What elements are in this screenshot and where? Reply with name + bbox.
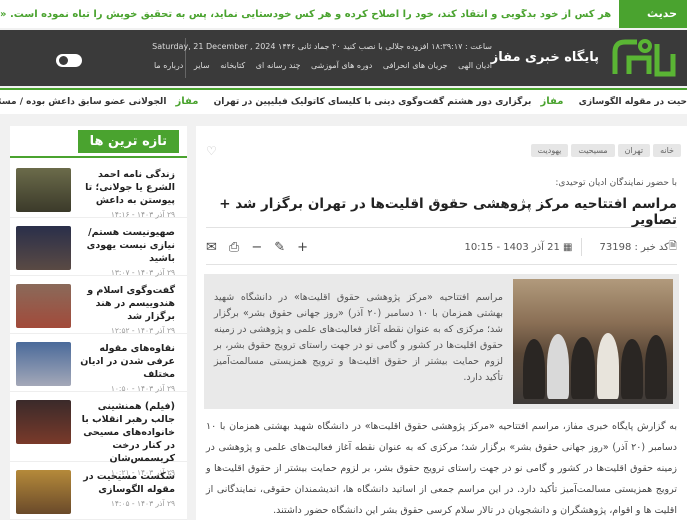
mafaz-logo-icon <box>612 39 676 77</box>
latest-item-date: ۲۹ آذر ۱۴۰۳ - ۱۴:۰۵ <box>110 499 175 508</box>
latest-item-title[interactable]: (فیلم) همنشینی جالب رهبر انقلاب با خانوا… <box>71 400 175 465</box>
latest-thumbnail[interactable] <box>16 168 71 212</box>
latest-item[interactable]: نقاوه‌های مقوله عرفی شدن در ادیان مختلف ۲… <box>10 334 187 393</box>
article-actions: ✉ ⎙ − ✎ + <box>206 240 308 255</box>
latest-item-date: ۲۹ آذر ۱۴۰۳ - ۱۳:۰۷ <box>110 268 175 277</box>
theme-toggle[interactable] <box>56 54 82 67</box>
latest-thumbnail[interactable] <box>16 470 71 514</box>
divider <box>580 238 582 256</box>
print-icon[interactable]: ⎙ <box>229 240 239 255</box>
article-summary-box: مراسم افتتاحیه «مرکز پژوهشی حقوق اقلیت‌ه… <box>204 274 679 409</box>
divider <box>206 227 677 228</box>
nav-item[interactable]: درباره ما <box>154 61 183 70</box>
latest-header: تازه ترین ها <box>10 126 187 160</box>
breadcrumb: خانه تهران مسیحیت یهودیت <box>528 144 681 157</box>
font-increase-icon[interactable]: + <box>297 240 308 255</box>
calendar-icon: ▦ <box>563 241 573 253</box>
font-decrease-icon[interactable]: − <box>251 240 262 255</box>
ticker-logo: مفاز <box>175 96 199 107</box>
article-body: به گزارش پایگاه خبری مفاز، مراسم افتتاحی… <box>206 421 677 516</box>
ticker-item[interactable]: الجولانی عضو سابق داعش بوده / مسئولان جد… <box>0 97 166 107</box>
nav-item[interactable]: جریان های انحرافی <box>383 61 448 70</box>
hadith-text: هر کس از خود بدگویی و انتقاد کند، خود را… <box>0 8 612 20</box>
ticker-item[interactable]: حیت در مقوله الگوسازی <box>579 97 687 107</box>
news-code: کد خبر : 73198 <box>599 241 669 253</box>
article-headline: مراسم افتتاحیه مرکز پژوهشی حقوق اقلیت‌ها… <box>219 196 677 228</box>
latest-item-date: ۲۹ آذر ۱۴۰۳ - ۱۰:۵۰ <box>110 384 175 393</box>
nav-item[interactable]: ادیان الهی <box>458 61 492 70</box>
nav-item[interactable]: کتابخانه <box>220 61 245 70</box>
divider <box>206 264 677 265</box>
site-logo[interactable] <box>609 34 679 82</box>
article-photo[interactable] <box>513 279 673 404</box>
latest-item[interactable]: صهیونیست هستم/ نیازی نیست یهودی باشید ۲۹ … <box>10 218 187 277</box>
article-toolbar: 🗎 کد خبر : 73198 ▦ 21 آذر 1403 - 10:15 ✉… <box>206 232 677 262</box>
latest-item[interactable]: گفت‌وگوی اسلام و هندوییسم در هند برگزار … <box>10 276 187 335</box>
site-name: پایگاه خبری مفاز <box>490 50 599 65</box>
article-summary: مراسم افتتاحیه «مرکز پژوهشی حقوق اقلیت‌ه… <box>214 292 504 383</box>
tag[interactable]: تهران <box>617 144 651 157</box>
hadith-label: حدیث روز <box>619 0 687 48</box>
latest-item[interactable]: شکست مسیحیت در مقوله الگوسازی ۲۹ آذر ۱۴۰۳… <box>10 462 187 520</box>
latest-thumbnail[interactable] <box>16 400 71 444</box>
ticker-logo: مفاز <box>540 96 564 107</box>
latest-item-title[interactable]: صهیونیست هستم/ نیازی نیست یهودی باشید <box>71 226 175 265</box>
news-ticker: حیت در مقوله الگوسازی مفاز برگزاری دور ه… <box>0 88 687 114</box>
latest-item-title[interactable]: شکست مسیحیت در مقوله الگوسازی <box>71 470 175 496</box>
nav-item[interactable]: دوره های آموزشی <box>311 61 372 70</box>
latest-item[interactable]: زندگی نامه احمد الشرع یا جولانی؛ تا پیوس… <box>10 160 187 219</box>
document-icon: 🗎 <box>668 240 677 252</box>
nav-item[interactable]: سایر <box>194 61 210 70</box>
publish-datetime: 21 آذر 1403 - 10:15 <box>464 241 560 253</box>
email-icon[interactable]: ✉ <box>206 240 217 255</box>
article-panel: خانه تهران مسیحیت یهودیت ♡ با حضور نماین… <box>196 126 687 520</box>
latest-item-date: ۲۹ آذر ۱۴۰۳ - ۱۴:۱۶ <box>110 210 175 219</box>
tag[interactable]: یهودیت <box>530 144 569 157</box>
latest-title: تازه ترین ها <box>77 130 179 153</box>
article-lead: با حضور نمایندگان ادیان توحیدی: <box>555 178 677 188</box>
latest-item-title[interactable]: زندگی نامه احمد الشرع یا جولانی؛ تا پیوس… <box>71 168 175 207</box>
latest-thumbnail[interactable] <box>16 284 71 328</box>
tag[interactable]: خانه <box>653 144 681 157</box>
latest-item-title[interactable]: گفت‌وگوی اسلام و هندوییسم در هند برگزار … <box>71 284 175 323</box>
latest-item-title[interactable]: نقاوه‌های مقوله عرفی شدن در ادیان مختلف <box>71 342 175 381</box>
latest-thumbnail[interactable] <box>16 342 71 386</box>
date-time-line: ساعت : ۱۸:۳۹:۱۷ افزوده جلالی با نصب کنید… <box>152 42 492 51</box>
tag[interactable]: مسیحیت <box>571 144 615 157</box>
latest-item[interactable]: (فیلم) همنشینی جالب رهبر انقلاب با خانوا… <box>10 392 187 477</box>
edit-icon[interactable]: ✎ <box>274 240 285 255</box>
site-header: پایگاه خبری مفاز ساعت : ۱۸:۳۹:۱۷ افزوده … <box>0 30 687 86</box>
nav-item[interactable]: چند رسانه ای <box>256 61 301 70</box>
latest-thumbnail[interactable] <box>16 226 71 270</box>
ticker-item[interactable]: برگزاری دور هشتم گفت‌وگوی دینی با کلیسای… <box>214 97 532 107</box>
heart-icon[interactable]: ♡ <box>206 144 217 158</box>
hadith-bar: حدیث روز هر کس از خود بدگویی و انتقاد کن… <box>0 0 687 48</box>
latest-item-date: ۲۹ آذر ۱۴۰۳ - ۱۲:۵۲ <box>110 326 175 335</box>
latest-news-column: تازه ترین ها زندگی نامه احمد الشرع یا جو… <box>10 126 187 520</box>
